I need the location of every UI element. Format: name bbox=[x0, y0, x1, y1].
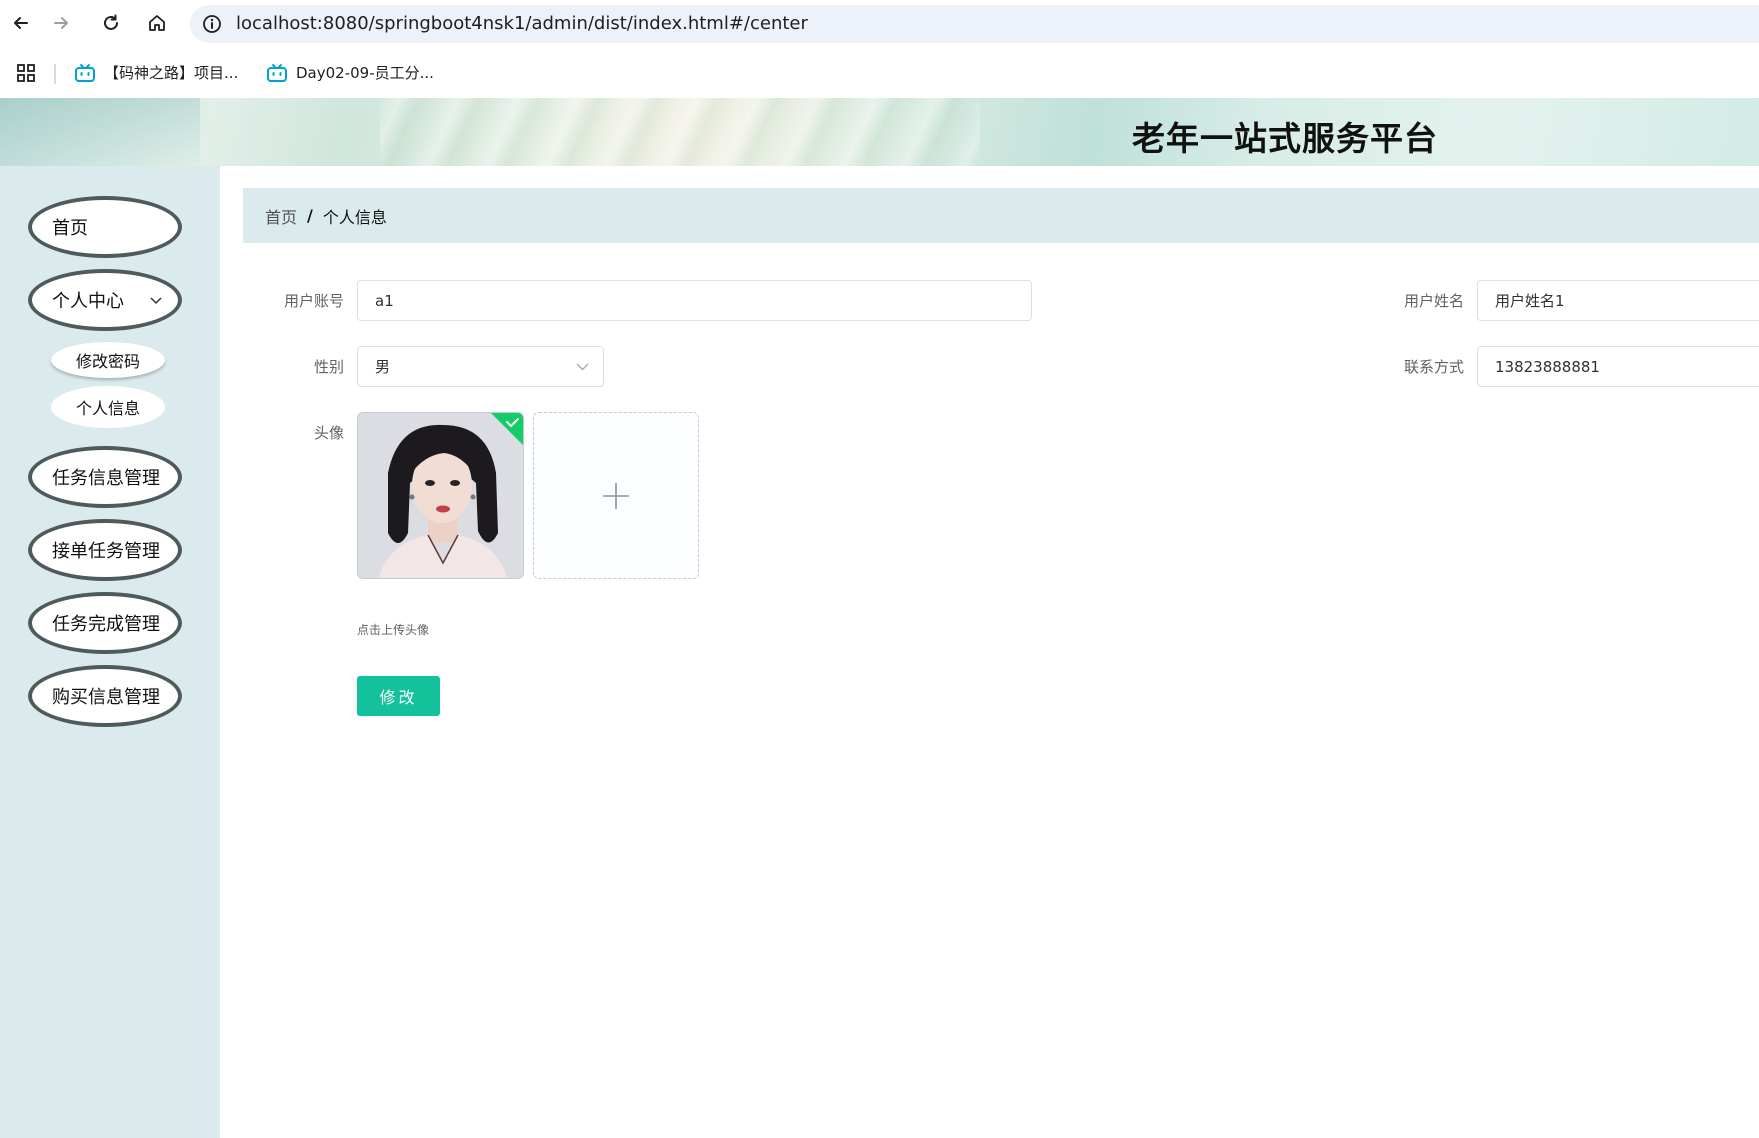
submit-button[interactable]: 修改 bbox=[357, 676, 440, 716]
info-icon[interactable] bbox=[202, 14, 222, 34]
name-value: 用户姓名1 bbox=[1495, 292, 1565, 310]
avatar-preview[interactable] bbox=[357, 412, 524, 579]
gender-value: 男 bbox=[375, 358, 391, 376]
upload-success-badge bbox=[491, 413, 523, 445]
home-button[interactable] bbox=[144, 10, 170, 36]
avatar-label: 头像 bbox=[313, 424, 344, 442]
header-background-texture bbox=[0, 98, 200, 166]
chevron-down-icon bbox=[576, 363, 589, 371]
plus-icon bbox=[603, 482, 629, 509]
bookmarks-separator bbox=[54, 64, 56, 84]
sidebar-item-label: 购买信息管理 bbox=[52, 687, 160, 708]
account-input[interactable]: a1 bbox=[357, 280, 1032, 321]
url-text: localhost:8080/springboot4nsk1/admin/dis… bbox=[236, 13, 808, 34]
bookmark-item[interactable]: Day02-09-员工分... bbox=[266, 62, 434, 83]
sidebar-subitem-change-password[interactable]: 修改密码 bbox=[51, 342, 165, 378]
bilibili-icon bbox=[75, 63, 95, 82]
app-header: 老年一站式服务平台 bbox=[0, 98, 1759, 166]
forward-button[interactable] bbox=[48, 10, 74, 36]
avatar-upload-button[interactable] bbox=[533, 412, 699, 579]
address-bar[interactable]: localhost:8080/springboot4nsk1/admin/dis… bbox=[190, 5, 1759, 43]
arrow-right-icon bbox=[54, 17, 68, 29]
bilibili-icon bbox=[267, 63, 287, 82]
browser-toolbar: localhost:8080/springboot4nsk1/admin/dis… bbox=[0, 0, 1759, 46]
upload-tip: 点击上传头像 bbox=[357, 623, 430, 637]
sidebar-item-completed-tasks[interactable]: 任务完成管理 bbox=[28, 592, 182, 654]
account-value: a1 bbox=[375, 291, 394, 310]
sidebar-subitem-label: 修改密码 bbox=[75, 352, 140, 371]
sidebar-item-accepted-tasks[interactable]: 接单任务管理 bbox=[28, 519, 182, 581]
bookmark-item[interactable]: 【码神之路】项目... bbox=[74, 62, 238, 83]
app-title: 老年一站式服务平台 bbox=[1132, 119, 1438, 158]
sidebar: 首页 个人中心 修改密码 个人信息 任务信息管理 接单任务管理 任务完成管理 购… bbox=[0, 166, 220, 1138]
apps-grid-icon[interactable] bbox=[16, 63, 36, 83]
phone-input[interactable]: 13823888881 bbox=[1477, 346, 1759, 387]
reload-button[interactable] bbox=[98, 10, 124, 36]
back-button[interactable] bbox=[8, 10, 34, 36]
sidebar-item-home[interactable]: 首页 bbox=[28, 196, 182, 258]
phone-label: 联系方式 bbox=[1403, 358, 1464, 376]
breadcrumb-home-link[interactable]: 首页 bbox=[265, 204, 297, 228]
home-icon bbox=[149, 15, 165, 31]
bookmark-label: Day02-09-员工分... bbox=[296, 64, 434, 82]
sidebar-item-personal-center[interactable]: 个人中心 bbox=[28, 269, 182, 331]
chevron-down-icon bbox=[150, 297, 162, 305]
sidebar-item-purchase-info[interactable]: 购买信息管理 bbox=[28, 665, 182, 727]
bookmark-label: 【码神之路】项目... bbox=[104, 64, 239, 82]
sidebar-item-label: 接单任务管理 bbox=[52, 541, 160, 562]
sidebar-item-label: 首页 bbox=[52, 218, 88, 239]
sidebar-item-label: 任务完成管理 bbox=[52, 614, 160, 635]
gender-select[interactable]: 男 bbox=[357, 346, 604, 387]
header-background-texture bbox=[380, 98, 980, 166]
breadcrumb: 首页 / 个人信息 bbox=[243, 188, 1759, 243]
sidebar-item-task-info[interactable]: 任务信息管理 bbox=[28, 446, 182, 508]
sidebar-item-label: 任务信息管理 bbox=[52, 468, 160, 489]
arrow-left-icon bbox=[14, 17, 28, 29]
gender-label: 性别 bbox=[313, 358, 344, 376]
name-input[interactable]: 用户姓名1 bbox=[1477, 280, 1759, 321]
breadcrumb-current: 个人信息 bbox=[322, 207, 387, 227]
name-label: 用户姓名 bbox=[1403, 292, 1464, 310]
phone-value: 13823888881 bbox=[1495, 357, 1600, 376]
bookmarks-bar: 【码神之路】项目... Day02-09-员工分... bbox=[0, 50, 1759, 96]
sidebar-subitem-label: 个人信息 bbox=[75, 399, 140, 418]
breadcrumb-separator: / bbox=[307, 206, 313, 225]
sidebar-item-label: 个人中心 bbox=[52, 291, 124, 312]
reload-icon bbox=[104, 14, 118, 30]
sidebar-subitem-personal-info[interactable]: 个人信息 bbox=[51, 386, 165, 428]
account-label: 用户账号 bbox=[283, 292, 344, 310]
